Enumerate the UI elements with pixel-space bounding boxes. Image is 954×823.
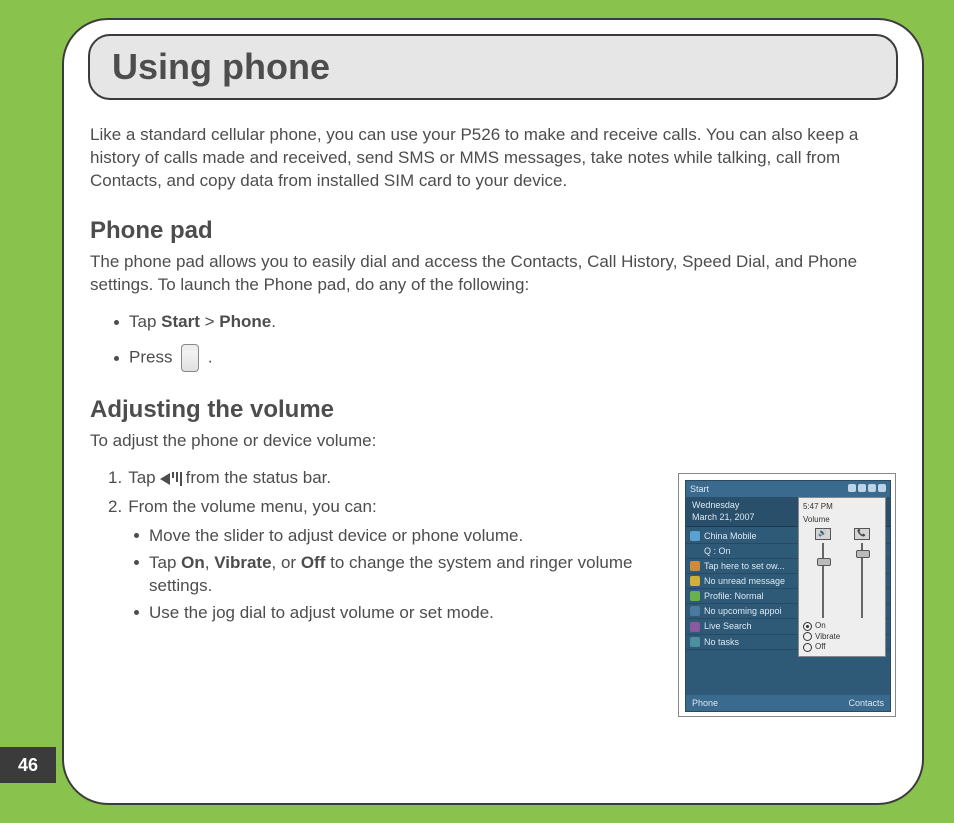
step-2-sub-2: Tap On, Vibrate, or Off to change the sy… bbox=[134, 552, 650, 598]
text: Press . bbox=[129, 344, 213, 372]
radio-icon bbox=[803, 622, 812, 631]
ringer-volume-slider[interactable]: 📞 bbox=[849, 528, 875, 621]
radio-icon bbox=[803, 632, 812, 641]
phone-icon: 📞 bbox=[854, 528, 870, 540]
step-1: 1. Tap from the status bar. bbox=[108, 467, 650, 490]
device-screen: Start Wednesday March 21, 2007 China Mob… bbox=[685, 480, 891, 712]
start-menu-label: Start bbox=[690, 483, 709, 495]
bullet-icon bbox=[134, 610, 139, 615]
volume-desc: To adjust the phone or device volume: bbox=[90, 430, 896, 453]
step-2: 2. From the volume menu, you can: bbox=[108, 496, 650, 519]
volume-mode-options: On Vibrate Off bbox=[803, 621, 881, 652]
content-area: Like a standard cellular phone, you can … bbox=[90, 124, 896, 773]
device-topbar: Start bbox=[686, 481, 890, 497]
bullet-icon bbox=[114, 320, 119, 325]
speaker-icon: 🔊 bbox=[815, 528, 831, 540]
volume-columns: 1. Tap from the status bar. 2. From the … bbox=[90, 467, 896, 717]
page-title: Using phone bbox=[112, 46, 330, 88]
radio-icon bbox=[803, 643, 812, 652]
softkey-left: Phone bbox=[692, 697, 718, 709]
call-button-icon bbox=[181, 344, 199, 372]
step-2-sub-3: Use the jog dial to adjust volume or set… bbox=[134, 602, 650, 625]
option-off[interactable]: Off bbox=[803, 642, 881, 652]
status-icons bbox=[846, 483, 886, 495]
option-on[interactable]: On bbox=[803, 621, 881, 631]
phone-pad-desc: The phone pad allows you to easily dial … bbox=[90, 251, 896, 297]
device-screenshot: Start Wednesday March 21, 2007 China Mob… bbox=[678, 473, 896, 717]
volume-popup-title: Volume bbox=[803, 515, 881, 526]
softkey-right: Contacts bbox=[848, 697, 884, 709]
step-2-sub-1: Move the slider to adjust device or phon… bbox=[134, 525, 650, 548]
bullet-icon bbox=[134, 560, 139, 565]
intro-paragraph: Like a standard cellular phone, you can … bbox=[90, 124, 896, 193]
content-panel: Using phone Like a standard cellular pho… bbox=[62, 18, 924, 805]
bullet-icon bbox=[114, 356, 119, 361]
volume-sliders: 🔊 📞 bbox=[803, 528, 881, 621]
volume-popup: 5:47 PM Volume 🔊 📞 bbox=[798, 497, 886, 657]
option-vibrate[interactable]: Vibrate bbox=[803, 632, 881, 642]
volume-steps: 1. Tap from the status bar. 2. From the … bbox=[90, 467, 650, 629]
phone-pad-bullet-2: Press . bbox=[114, 344, 896, 372]
page-number: 46 bbox=[0, 747, 56, 783]
bullet-icon bbox=[134, 533, 139, 538]
system-volume-slider[interactable]: 🔊 bbox=[810, 528, 836, 621]
manual-page: 46 Using phone Like a standard cellular … bbox=[0, 0, 954, 823]
header-pill: Using phone bbox=[88, 34, 898, 100]
heading-phone-pad: Phone pad bbox=[90, 215, 896, 247]
heading-volume: Adjusting the volume bbox=[90, 394, 896, 426]
device-softkeys: Phone Contacts bbox=[686, 695, 890, 711]
text: Tap Start > Phone. bbox=[129, 311, 276, 334]
phone-pad-bullet-1: Tap Start > Phone. bbox=[114, 311, 896, 334]
speaker-icon bbox=[160, 472, 182, 486]
